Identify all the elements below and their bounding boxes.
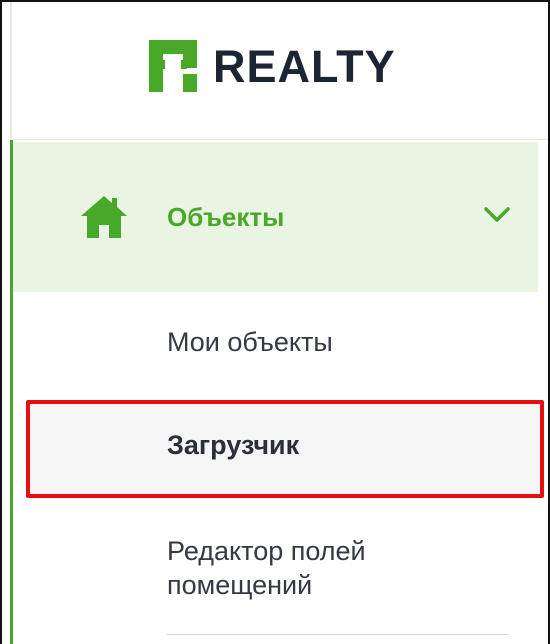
nav-subitem-label: Редактор полей помещений: [167, 536, 366, 600]
chevron-down-icon[interactable]: [483, 206, 511, 224]
nav-subitem-loader[interactable]: Загрузчик: [26, 400, 544, 498]
nav-item-objects-label: Объекты: [167, 202, 285, 232]
brand-logo[interactable]: REALTY: [149, 40, 396, 92]
realty-logo-icon: [149, 40, 197, 92]
brand-name: REALTY: [213, 40, 396, 92]
nav-subitem-my-objects[interactable]: Мои объекты: [13, 327, 538, 367]
sidebar-panel: REALTY Объекты Мои объекты Загрузчик Ред…: [0, 0, 550, 644]
list-divider: [167, 634, 508, 635]
nav-item-objects[interactable]: Объекты: [13, 142, 538, 292]
nav-subitem-label: Загрузчик: [167, 430, 300, 460]
nav-subitem-room-fields-editor[interactable]: Редактор полей помещений: [13, 534, 538, 604]
home-icon: [81, 196, 127, 238]
header-divider: [12, 139, 548, 140]
nav-subitem-label: Мои объекты: [167, 327, 333, 357]
